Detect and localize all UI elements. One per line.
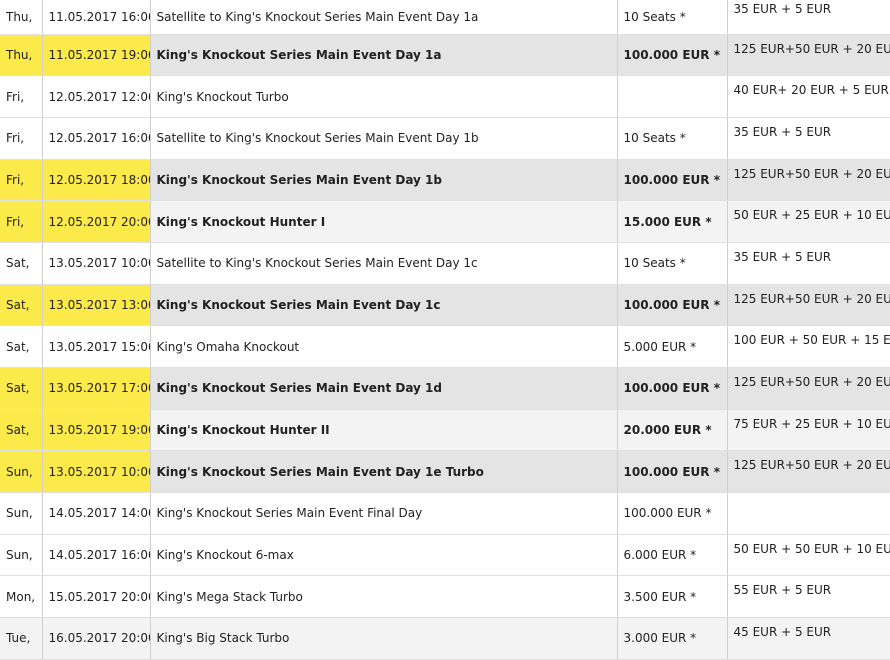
event-name-cell: Satellite to King's Knockout Series Main… bbox=[150, 0, 618, 35]
prize-pool-cell bbox=[617, 75, 728, 118]
day-cell: Sat, bbox=[0, 242, 43, 285]
date-cell: 12.05.2017 12:00 bbox=[42, 75, 151, 118]
date-cell: 12.05.2017 18:00 bbox=[42, 159, 151, 202]
date-cell: 15.05.2017 20:00 bbox=[42, 575, 151, 619]
event-name-cell: King's Knockout Series Main Event Final … bbox=[150, 492, 618, 535]
table-row: Sun, 13.05.2017 10:00 King's Knockout Seri… bbox=[0, 450, 890, 494]
buy-in-cell: 45 EUR + 5 EUR bbox=[727, 617, 890, 660]
buy-in-cell: 50 EUR + 25 EUR + 10 EUR bbox=[727, 200, 890, 243]
table-row: Thu, 11.05.2017 19:00 King's Knockout Seri… bbox=[0, 34, 890, 77]
tournament-schedule-table: Thu, 11.05.2017 16:00 Satellite to King's … bbox=[0, 0, 890, 660]
prize-pool-cell: 10 Seats * bbox=[617, 117, 728, 160]
event-name-cell: King's Knockout Hunter I bbox=[150, 200, 618, 243]
date-cell: 12.05.2017 16:00 bbox=[42, 117, 151, 160]
day-cell: Tue, bbox=[0, 617, 43, 660]
table-row: Tue, 16.05.2017 20:00 King's Big Stack Tur… bbox=[0, 617, 890, 660]
day-cell: Fri, bbox=[0, 117, 43, 160]
date-cell: 14.05.2017 16:00 bbox=[42, 534, 151, 577]
buy-in-cell: 125 EUR+50 EUR + 20 EUR bbox=[727, 450, 890, 494]
table-row: Sat, 13.05.2017 17:00 King's Knockout Seri… bbox=[0, 367, 890, 410]
date-cell: 14.05.2017 14:00 bbox=[42, 492, 151, 535]
event-name-cell: King's Big Stack Turbo bbox=[150, 617, 618, 660]
prize-pool-cell: 3.500 EUR * bbox=[617, 575, 728, 619]
event-name-cell: King's Knockout Series Main Event Day 1a bbox=[150, 34, 618, 77]
event-name-cell: King's Knockout Series Main Event Day 1e… bbox=[150, 450, 618, 494]
date-cell: 13.05.2017 19:00 bbox=[42, 409, 151, 452]
prize-pool-cell: 10 Seats * bbox=[617, 0, 728, 35]
date-cell: 11.05.2017 19:00 bbox=[42, 34, 151, 77]
table-row: Sat, 13.05.2017 10:00 Satellite to King's … bbox=[0, 242, 890, 285]
schedule-body: Thu, 11.05.2017 16:00 Satellite to King's … bbox=[0, 0, 890, 660]
day-cell: Sat, bbox=[0, 409, 43, 452]
buy-in-cell: 125 EUR+50 EUR + 20 EUR bbox=[727, 284, 890, 327]
buy-in-cell: 100 EUR + 50 EUR + 15 EUR bbox=[727, 325, 890, 368]
buy-in-cell: 55 EUR + 5 EUR bbox=[727, 575, 890, 619]
prize-pool-cell: 100.000 EUR * bbox=[617, 450, 728, 494]
date-cell: 11.05.2017 16:00 bbox=[42, 0, 151, 35]
table-row: Sun, 14.05.2017 14:00 King's Knockout Seri… bbox=[0, 492, 890, 535]
buy-in-cell: 50 EUR + 50 EUR + 10 EUR bbox=[727, 534, 890, 577]
event-name-cell: Satellite to King's Knockout Series Main… bbox=[150, 242, 618, 285]
day-cell: Sat, bbox=[0, 325, 43, 368]
prize-pool-cell: 10 Seats * bbox=[617, 242, 728, 285]
table-row: Sat, 13.05.2017 13:00 King's Knockout Seri… bbox=[0, 284, 890, 327]
event-name-cell: King's Knockout Hunter II bbox=[150, 409, 618, 452]
day-cell: Sat, bbox=[0, 367, 43, 410]
prize-pool-cell: 6.000 EUR * bbox=[617, 534, 728, 577]
date-cell: 13.05.2017 13:00 bbox=[42, 284, 151, 327]
table-row: Thu, 11.05.2017 16:00 Satellite to King's … bbox=[0, 0, 890, 35]
table-row: Fri, 12.05.2017 12:00 King's Knockout Turb… bbox=[0, 75, 890, 118]
day-cell: Fri, bbox=[0, 200, 43, 243]
prize-pool-cell: 15.000 EUR * bbox=[617, 200, 728, 243]
day-cell: Thu, bbox=[0, 34, 43, 77]
prize-pool-cell: 20.000 EUR * bbox=[617, 409, 728, 452]
buy-in-cell: 125 EUR+50 EUR + 20 EUR bbox=[727, 34, 890, 77]
table-row: Sun, 14.05.2017 16:00 King's Knockout 6-ma… bbox=[0, 534, 890, 577]
day-cell: Fri, bbox=[0, 159, 43, 202]
buy-in-cell bbox=[727, 492, 890, 535]
buy-in-cell: 35 EUR + 5 EUR bbox=[727, 242, 890, 285]
day-cell: Sun, bbox=[0, 534, 43, 577]
date-cell: 13.05.2017 10:00 bbox=[42, 242, 151, 285]
prize-pool-cell: 5.000 EUR * bbox=[617, 325, 728, 368]
event-name-cell: King's Knockout Series Main Event Day 1c bbox=[150, 284, 618, 327]
buy-in-cell: 125 EUR+50 EUR + 20 EUR bbox=[727, 159, 890, 202]
table-row: Fri, 12.05.2017 16:00 Satellite to King's … bbox=[0, 117, 890, 160]
date-cell: 13.05.2017 17:00 bbox=[42, 367, 151, 410]
day-cell: Sun, bbox=[0, 450, 43, 494]
date-cell: 13.05.2017 10:00 bbox=[42, 450, 151, 494]
prize-pool-cell: 100.000 EUR * bbox=[617, 34, 728, 77]
event-name-cell: Satellite to King's Knockout Series Main… bbox=[150, 117, 618, 160]
table-row: Fri, 12.05.2017 18:00 King's Knockout Seri… bbox=[0, 159, 890, 202]
date-cell: 13.05.2017 15:00 bbox=[42, 325, 151, 368]
table-row: Fri, 12.05.2017 20:00 King's Knockout Hunt… bbox=[0, 200, 890, 243]
prize-pool-cell: 3.000 EUR * bbox=[617, 617, 728, 660]
buy-in-cell: 40 EUR+ 20 EUR + 5 EUR bbox=[727, 75, 890, 118]
date-cell: 12.05.2017 20:00 bbox=[42, 200, 151, 243]
event-name-cell: King's Knockout Series Main Event Day 1b bbox=[150, 159, 618, 202]
day-cell: Sun, bbox=[0, 492, 43, 535]
buy-in-cell: 35 EUR + 5 EUR bbox=[727, 0, 890, 35]
event-name-cell: King's Knockout Series Main Event Day 1d bbox=[150, 367, 618, 410]
prize-pool-cell: 100.000 EUR * bbox=[617, 159, 728, 202]
buy-in-cell: 75 EUR + 25 EUR + 10 EUR bbox=[727, 409, 890, 452]
event-name-cell: King's Mega Stack Turbo bbox=[150, 575, 618, 619]
day-cell: Thu, bbox=[0, 0, 43, 35]
table-row: Sat, 13.05.2017 15:00 King's Omaha Knockou… bbox=[0, 325, 890, 368]
prize-pool-cell: 100.000 EUR * bbox=[617, 492, 728, 535]
prize-pool-cell: 100.000 EUR * bbox=[617, 284, 728, 327]
table-row: Mon, 15.05.2017 20:00 King's Mega Stack Tu… bbox=[0, 575, 890, 619]
buy-in-cell: 125 EUR+50 EUR + 20 EUR bbox=[727, 367, 890, 410]
prize-pool-cell: 100.000 EUR * bbox=[617, 367, 728, 410]
day-cell: Sat, bbox=[0, 284, 43, 327]
date-cell: 16.05.2017 20:00 bbox=[42, 617, 151, 660]
day-cell: Fri, bbox=[0, 75, 43, 118]
table-row: Sat, 13.05.2017 19:00 King's Knockout Hunt… bbox=[0, 409, 890, 452]
buy-in-cell: 35 EUR + 5 EUR bbox=[727, 117, 890, 160]
day-cell: Mon, bbox=[0, 575, 43, 619]
event-name-cell: King's Omaha Knockout bbox=[150, 325, 618, 368]
event-name-cell: King's Knockout 6-max bbox=[150, 534, 618, 577]
event-name-cell: King's Knockout Turbo bbox=[150, 75, 618, 118]
